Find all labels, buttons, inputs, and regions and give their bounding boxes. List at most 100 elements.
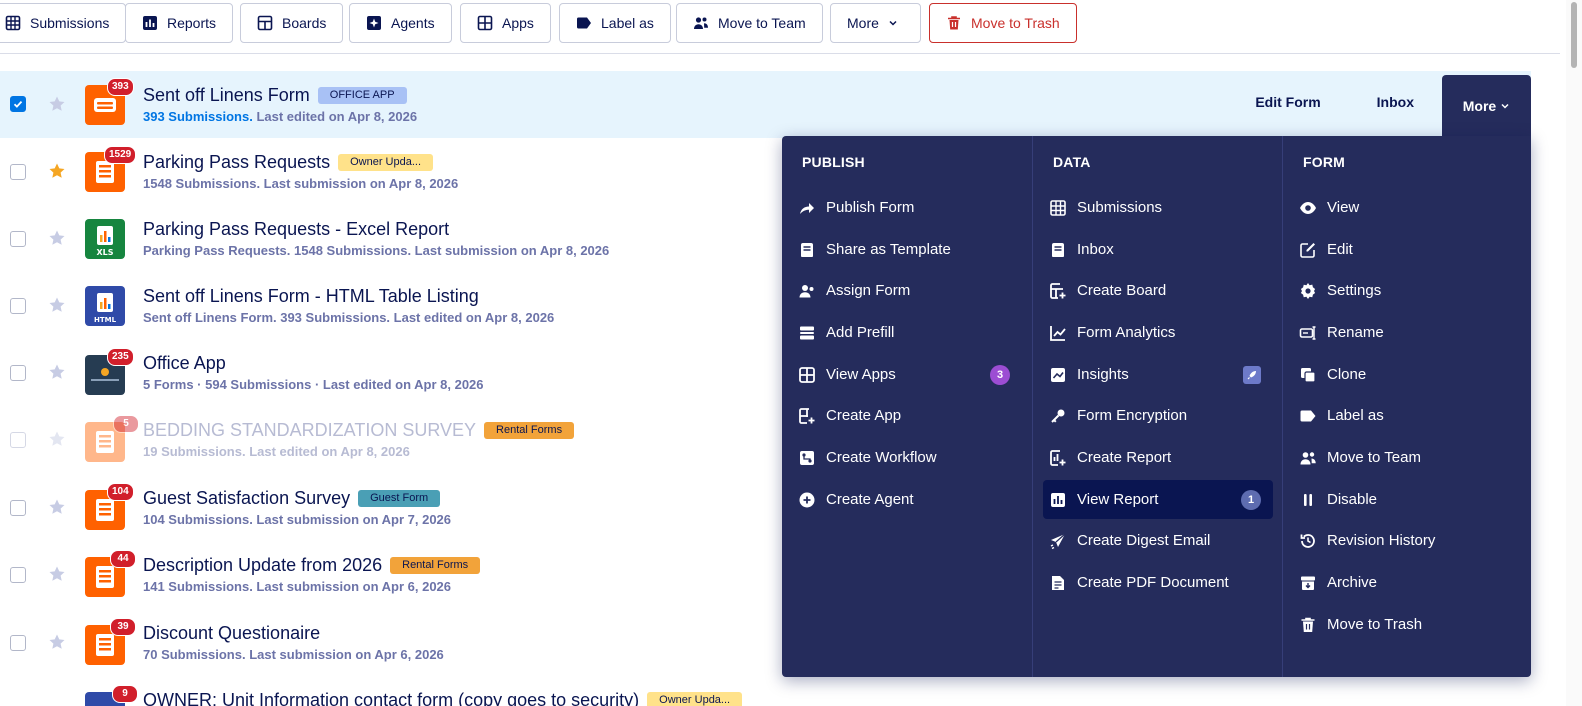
move-to-trash-button[interactable]: Move to Trash [929, 3, 1077, 43]
form-title[interactable]: Sent off Linens Form [143, 85, 310, 106]
checkmark-icon [13, 100, 23, 108]
form-row-sent-off-linens[interactable]: 393 Sent off Linens Form OFFICE APP 393 … [0, 71, 1531, 138]
view-report-count-badge: 1 [1241, 489, 1261, 510]
menu-form-analytics[interactable]: Form Analytics [1043, 313, 1273, 352]
report-icon [1051, 492, 1065, 507]
menu-insights[interactable]: Insights [1043, 355, 1273, 394]
menu-revision-history[interactable]: Revision History [1293, 521, 1523, 560]
label-icon [1300, 410, 1316, 421]
menu-view-report[interactable]: View Report 1 [1043, 480, 1273, 519]
menu-submissions[interactable]: Submissions [1043, 188, 1273, 227]
row-more-button[interactable]: More [1442, 75, 1531, 137]
star-icon[interactable] [48, 296, 66, 314]
menu-create-pdf-document[interactable]: Create PDF Document [1043, 563, 1273, 602]
menu-create-board[interactable]: Create Board [1043, 271, 1273, 310]
scrollbar-thumb[interactable] [1571, 2, 1577, 68]
form-meta: Parking Pass Requests. 1548 Submissions.… [143, 243, 610, 258]
excel-report-icon: XLS [85, 219, 125, 259]
menu-settings[interactable]: Settings [1293, 271, 1523, 310]
report-icon [143, 16, 157, 30]
form-title[interactable]: BEDDING STANDARDIZATION SURVEY [143, 420, 476, 441]
trash-icon [948, 16, 960, 30]
reports-button[interactable]: Reports [125, 3, 234, 43]
star-icon[interactable] [48, 430, 66, 448]
move-to-team-button[interactable]: Move to Team [676, 3, 823, 43]
star-icon[interactable] [48, 498, 66, 516]
unread-badge: 5 [113, 415, 139, 433]
menu-form-encryption[interactable]: Form Encryption [1043, 396, 1273, 435]
menu-edit[interactable]: Edit [1293, 230, 1523, 269]
star-icon[interactable] [48, 162, 66, 180]
send-plane-icon [1050, 533, 1066, 549]
move-to-trash-button-label: Move to Trash [971, 15, 1060, 31]
row-checkbox[interactable] [10, 365, 26, 381]
menu-rename[interactable]: Rename [1293, 313, 1523, 352]
apps-button[interactable]: Apps [460, 3, 551, 43]
form-title[interactable]: OWNER: Unit Information contact form (co… [143, 690, 639, 706]
form-meta: 1548 Submissions. Last submission on Apr… [143, 176, 459, 191]
inbox-button[interactable]: Inbox [1349, 94, 1442, 110]
menu-create-report[interactable]: Create Report [1043, 438, 1273, 477]
form-title[interactable]: Sent off Linens Form - HTML Table Listin… [143, 286, 479, 307]
boards-button[interactable]: Boards [240, 3, 344, 43]
agents-button[interactable]: Agents [349, 3, 452, 43]
star-icon[interactable] [48, 633, 66, 651]
form-title[interactable]: Guest Satisfaction Survey [143, 488, 350, 509]
form-title[interactable]: Parking Pass Requests - Excel Report [143, 219, 449, 240]
label-as-button-label: Label as [601, 15, 654, 31]
menu-inbox[interactable]: Inbox [1043, 230, 1273, 269]
form-column: FORM View Edit Settings Rename Clone Lab… [1282, 136, 1531, 677]
row-more-label: More [1462, 98, 1497, 114]
more-toolbar-button[interactable]: More [830, 3, 921, 43]
row-checkbox[interactable] [10, 231, 26, 247]
chevron-down-icon [1501, 103, 1509, 109]
publish-heading: PUBLISH [802, 154, 865, 170]
menu-label-as[interactable]: Label as [1293, 396, 1523, 435]
star-icon[interactable] [48, 363, 66, 381]
submissions-button[interactable]: Submissions [0, 3, 127, 43]
unread-badge: 1529 [104, 146, 137, 164]
row-checkbox[interactable] [10, 567, 26, 583]
menu-create-digest-email[interactable]: Create Digest Email [1043, 521, 1273, 560]
workflow-icon [800, 450, 814, 465]
unread-badge: 9 [112, 685, 138, 703]
row-checkbox[interactable] [10, 500, 26, 516]
row-checkbox[interactable] [10, 298, 26, 314]
page-scrollbar[interactable] [1566, 0, 1582, 706]
edit-form-button[interactable]: Edit Form [1227, 94, 1348, 110]
star-icon[interactable] [48, 229, 66, 247]
form-title[interactable]: Discount Questionaire [143, 623, 320, 644]
row-checkbox[interactable] [10, 96, 26, 112]
form-title[interactable]: Parking Pass Requests [143, 152, 330, 173]
submissions-count-link[interactable]: 393 Submissions. [143, 109, 253, 124]
star-icon[interactable] [48, 565, 66, 583]
menu-view-apps[interactable]: View Apps 3 [792, 355, 1022, 394]
form-title[interactable]: Office App [143, 353, 226, 374]
menu-create-workflow[interactable]: Create Workflow [792, 438, 1022, 477]
menu-create-app[interactable]: Create App [792, 396, 1022, 435]
menu-move-to-team[interactable]: Move to Team [1293, 438, 1523, 477]
menu-archive[interactable]: Archive [1293, 563, 1523, 602]
form-row-owner-unit-info[interactable]: 9 OWNER: Unit Information contact form (… [0, 676, 1531, 706]
form-heading: FORM [1303, 154, 1346, 170]
menu-move-to-trash[interactable]: Move to Trash [1293, 605, 1523, 644]
menu-share-as-template[interactable]: Share as Template [792, 230, 1022, 269]
menu-create-agent[interactable]: Create Agent [792, 480, 1022, 519]
label-as-button[interactable]: Label as [559, 3, 671, 43]
row-checkbox[interactable] [10, 432, 26, 448]
menu-assign-form[interactable]: Assign Form [792, 271, 1022, 310]
table-icon [5, 15, 21, 31]
agent-icon [367, 16, 381, 30]
form-title[interactable]: Description Update from 2026 [143, 555, 382, 576]
menu-publish-form[interactable]: Publish Form [792, 188, 1022, 227]
row-checkbox[interactable] [10, 635, 26, 651]
menu-disable[interactable]: Disable [1293, 480, 1523, 519]
menu-view[interactable]: View [1293, 188, 1523, 227]
history-icon [1300, 533, 1315, 548]
menu-clone[interactable]: Clone [1293, 355, 1523, 394]
pdf-document-icon [1052, 575, 1064, 590]
data-heading: DATA [1053, 154, 1091, 170]
menu-add-prefill[interactable]: Add Prefill [792, 313, 1022, 352]
row-checkbox[interactable] [10, 164, 26, 180]
star-icon[interactable] [48, 95, 66, 113]
